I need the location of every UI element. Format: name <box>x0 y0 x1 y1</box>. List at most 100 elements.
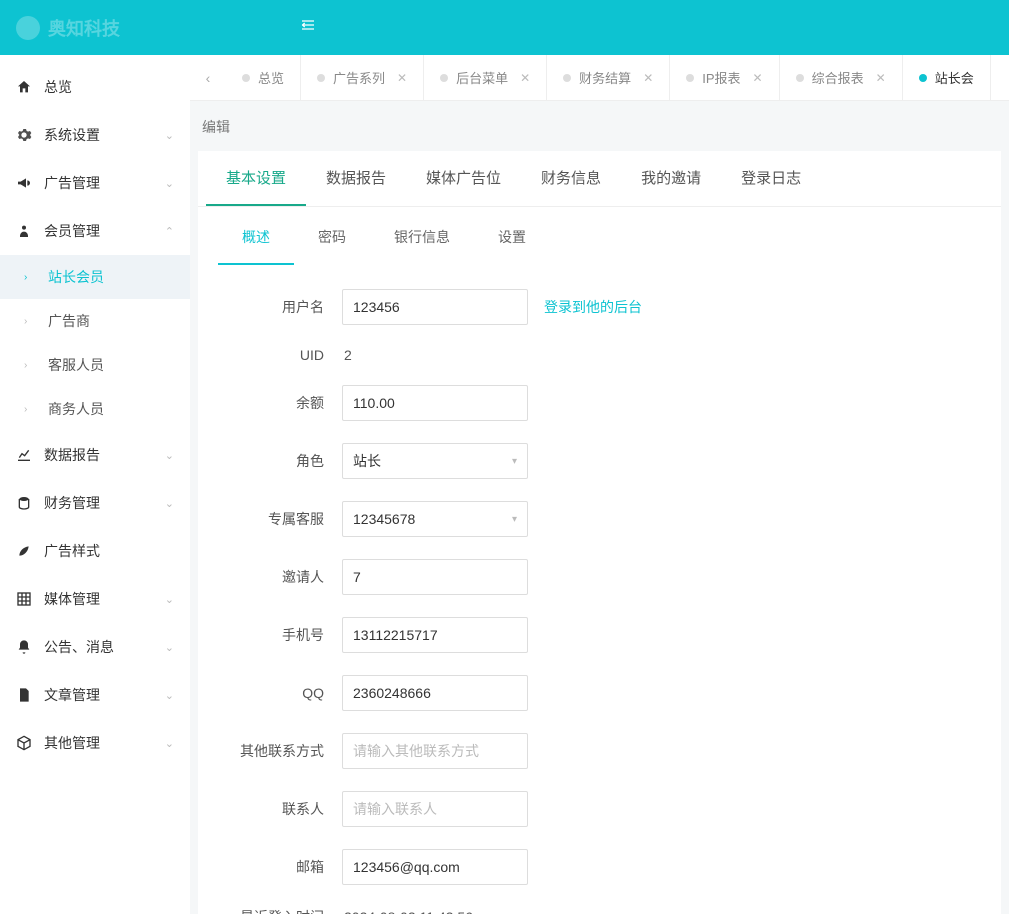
sub-tab-overview[interactable]: 概述 <box>218 211 294 265</box>
nav-sub-label: 站长会员 <box>48 267 104 287</box>
close-icon[interactable]: ✕ <box>397 71 407 85</box>
nav-label: 财务管理 <box>44 493 100 513</box>
chevron-down-icon: ⌄ <box>165 449 174 462</box>
label-phone: 手机号 <box>222 625 342 645</box>
nav-ad-management[interactable]: 广告管理 ⌄ <box>0 159 190 207</box>
close-icon[interactable]: ✕ <box>520 71 530 85</box>
tab-backend-menu[interactable]: 后台菜单✕ <box>424 55 547 101</box>
chevron-right-icon: › <box>24 360 34 371</box>
nav-label: 总览 <box>44 77 72 97</box>
nav-sub-webmaster[interactable]: › 站长会员 <box>0 255 190 299</box>
tab-ip-report[interactable]: IP报表✕ <box>670 55 779 101</box>
nav-label: 媒体管理 <box>44 589 100 609</box>
tab-dot-icon <box>686 74 694 82</box>
logo: 奥知科技 <box>16 15 120 41</box>
close-icon[interactable]: ✕ <box>753 71 763 85</box>
chevron-down-icon: ⌄ <box>165 593 174 606</box>
nav-ad-style[interactable]: 广告样式 <box>0 527 190 575</box>
tab-label: 财务结算 <box>579 68 631 87</box>
tab-ad-series[interactable]: 广告系列 ✕ <box>301 55 424 101</box>
main-tab-basic-settings[interactable]: 基本设置 <box>206 151 306 206</box>
input-contact-person[interactable] <box>342 791 528 827</box>
nav-sub-support-staff[interactable]: › 客服人员 <box>0 343 190 387</box>
nav-label: 公告、消息 <box>44 637 114 657</box>
input-username[interactable] <box>342 289 528 325</box>
nav-member-management[interactable]: 会员管理 ⌃ <box>0 207 190 255</box>
tab-label: 站长会 <box>935 68 974 87</box>
chevron-down-icon: ⌄ <box>165 497 174 510</box>
label-inviter: 邀请人 <box>222 567 342 587</box>
tabbar: ‹ 总览 广告系列 ✕ 后台菜单✕ 财务结算 ✕ IP报表✕ 综合报表 ✕ 站长会 <box>190 55 1009 101</box>
close-icon[interactable]: ✕ <box>876 71 886 85</box>
chevron-down-icon: ⌄ <box>165 737 174 750</box>
tab-label: 广告系列 <box>333 68 385 87</box>
nav-sub-advertiser[interactable]: › 广告商 <box>0 299 190 343</box>
nav-notice-message[interactable]: 公告、消息 ⌄ <box>0 623 190 671</box>
chart-line-icon <box>16 447 32 463</box>
nav-data-report[interactable]: 数据报告 ⌄ <box>0 431 190 479</box>
nav-sub-label: 广告商 <box>48 311 90 331</box>
main-tab-finance-info[interactable]: 财务信息 <box>521 151 621 206</box>
tab-overview[interactable]: 总览 <box>226 55 301 101</box>
value-last-login: 2024-08-02 11:43:56 <box>342 909 473 914</box>
nav-label: 广告样式 <box>44 541 100 561</box>
nav-sub-sales-staff[interactable]: › 商务人员 <box>0 387 190 431</box>
tab-comprehensive-report[interactable]: 综合报表 ✕ <box>780 55 903 101</box>
login-to-backend-link[interactable]: 登录到他的后台 <box>544 297 642 317</box>
select-role[interactable]: 站长 ▾ <box>342 443 528 479</box>
megaphone-icon <box>16 175 32 191</box>
tab-dot-icon <box>242 74 250 82</box>
sidebar: 总览 系统设置 ⌄ 广告管理 ⌄ 会员管理 ⌃ › 站长会员 <box>0 55 190 914</box>
input-balance[interactable] <box>342 385 528 421</box>
page-title: 编辑 <box>190 101 1009 151</box>
sub-tab-bank-info[interactable]: 银行信息 <box>370 211 474 265</box>
sub-tab-settings[interactable]: 设置 <box>474 211 550 265</box>
label-balance: 余额 <box>222 393 342 413</box>
nav-system-settings[interactable]: 系统设置 ⌄ <box>0 111 190 159</box>
nav-article-management[interactable]: 文章管理 ⌄ <box>0 671 190 719</box>
tab-label: 综合报表 <box>812 68 864 87</box>
main-tab-login-log[interactable]: 登录日志 <box>721 151 821 206</box>
nav-label: 会员管理 <box>44 221 100 241</box>
bell-icon <box>16 639 32 655</box>
gear-icon <box>16 127 32 143</box>
input-phone[interactable] <box>342 617 528 653</box>
input-email[interactable] <box>342 849 528 885</box>
sub-tab-password[interactable]: 密码 <box>294 211 370 265</box>
main-tab-my-invitation[interactable]: 我的邀请 <box>621 151 721 206</box>
tab-dot-icon <box>919 74 927 82</box>
label-qq: QQ <box>222 685 342 701</box>
tab-webmaster-member[interactable]: 站长会 <box>903 55 991 101</box>
chevron-right-icon: › <box>24 404 34 415</box>
label-support: 专属客服 <box>222 509 342 529</box>
label-email: 邮箱 <box>222 857 342 877</box>
select-support[interactable]: 12345678 ▾ <box>342 501 528 537</box>
label-other-contact: 其他联系方式 <box>222 741 342 761</box>
input-inviter[interactable] <box>342 559 528 595</box>
input-qq[interactable] <box>342 675 528 711</box>
close-icon[interactable]: ✕ <box>643 71 653 85</box>
main-tab-media-ad-slot[interactable]: 媒体广告位 <box>406 151 521 206</box>
nav-label: 数据报告 <box>44 445 100 465</box>
nav-media-management[interactable]: 媒体管理 ⌄ <box>0 575 190 623</box>
tab-finance-settlement[interactable]: 财务结算 ✕ <box>547 55 670 101</box>
nav-other-management[interactable]: 其他管理 ⌄ <box>0 719 190 767</box>
form-overview: 用户名 登录到他的后台 UID 2 余额 角色 <box>198 265 1001 914</box>
document-icon <box>16 687 32 703</box>
nav-overview[interactable]: 总览 <box>0 63 190 111</box>
sidebar-collapse-button[interactable] <box>300 17 316 38</box>
nav-sub-label: 商务人员 <box>48 399 104 419</box>
nav-finance-management[interactable]: 财务管理 ⌄ <box>0 479 190 527</box>
input-other-contact[interactable] <box>342 733 528 769</box>
select-support-value: 12345678 <box>353 511 415 527</box>
label-uid: UID <box>222 347 342 363</box>
box-icon <box>16 735 32 751</box>
chevron-down-icon: ▾ <box>512 514 517 525</box>
sub-tabs: 概述 密码 银行信息 设置 <box>198 207 1001 265</box>
tab-scroll-left[interactable]: ‹ <box>190 70 226 86</box>
label-last-login: 最近登入时间 <box>222 907 342 914</box>
chevron-down-icon: ⌄ <box>165 177 174 190</box>
select-role-value: 站长 <box>353 451 381 471</box>
user-icon <box>16 223 32 239</box>
main-tab-data-report[interactable]: 数据报告 <box>306 151 406 206</box>
